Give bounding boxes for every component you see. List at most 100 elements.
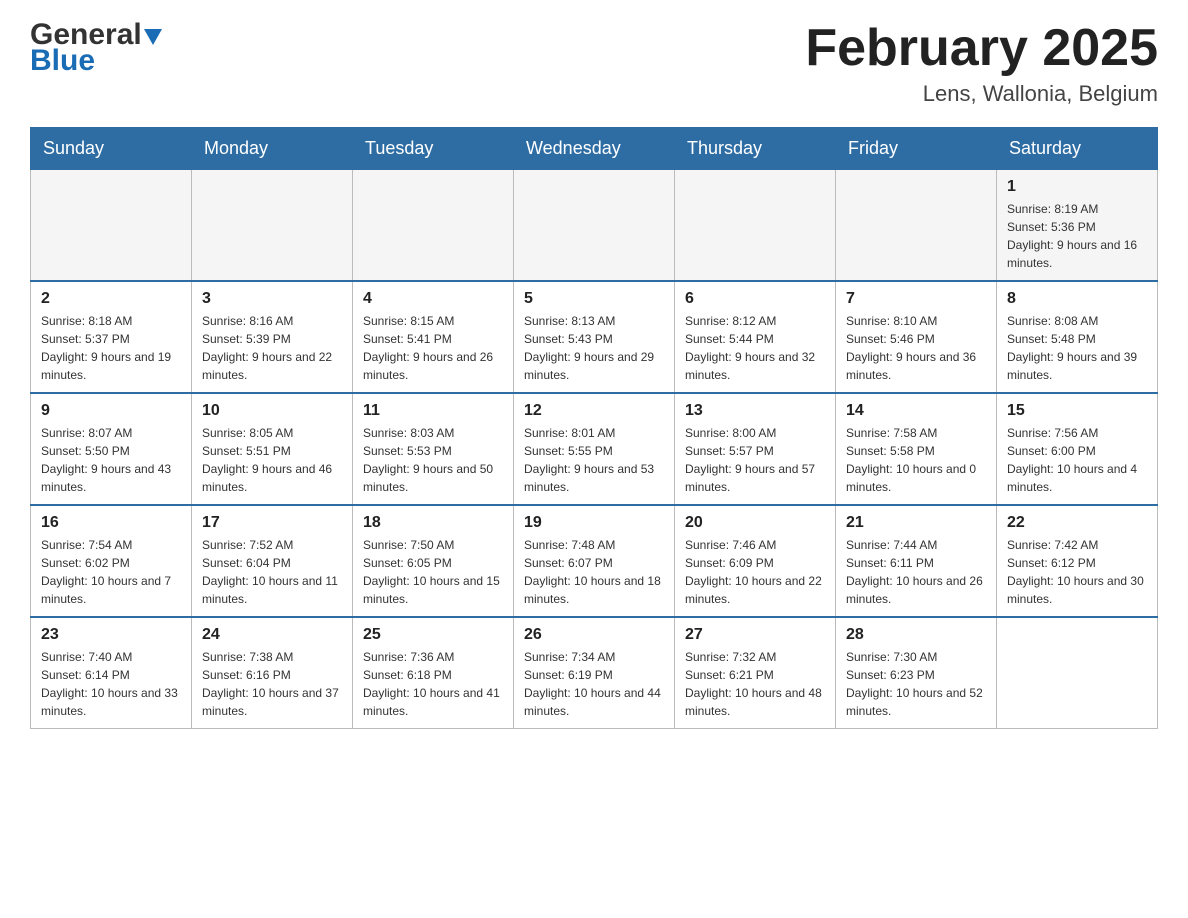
calendar-cell (836, 170, 997, 282)
calendar-cell: 2 Sunrise: 8:18 AM Sunset: 5:37 PM Daylig… (31, 281, 192, 393)
calendar-cell: 27 Sunrise: 7:32 AM Sunset: 6:21 PM Dayli… (675, 617, 836, 729)
calendar-cell: 23 Sunrise: 7:40 AM Sunset: 6:14 PM Dayli… (31, 617, 192, 729)
day-info: Sunrise: 7:54 AM Sunset: 6:02 PM Dayligh… (41, 536, 181, 608)
day-header-wednesday: Wednesday (514, 128, 675, 170)
title-section: February 2025 Lens, Wallonia, Belgium (805, 20, 1158, 107)
day-number: 12 (524, 402, 664, 420)
day-number: 19 (524, 514, 664, 532)
calendar-cell: 21 Sunrise: 7:44 AM Sunset: 6:11 PM Dayli… (836, 505, 997, 617)
calendar-cell: 18 Sunrise: 7:50 AM Sunset: 6:05 PM Dayli… (353, 505, 514, 617)
calendar-cell: 12Sunrise: 8:01 AM Sunset: 5:55 PM Dayli… (514, 393, 675, 505)
logo: General Blue (30, 20, 164, 76)
day-info: Sunrise: 7:56 AM Sunset: 6:00 PM Dayligh… (1007, 424, 1147, 496)
calendar-cell (353, 170, 514, 282)
calendar-cell: 6Sunrise: 8:12 AM Sunset: 5:44 PM Daylig… (675, 281, 836, 393)
calendar-cell: 15Sunrise: 7:56 AM Sunset: 6:00 PM Dayli… (997, 393, 1158, 505)
calendar-cell: 16 Sunrise: 7:54 AM Sunset: 6:02 PM Dayli… (31, 505, 192, 617)
day-info: Sunrise: 7:42 AM Sunset: 6:12 PM Dayligh… (1007, 536, 1147, 608)
day-number: 27 (685, 626, 825, 644)
calendar-week-row: 2 Sunrise: 8:18 AM Sunset: 5:37 PM Daylig… (31, 281, 1158, 393)
day-header-tuesday: Tuesday (353, 128, 514, 170)
day-info: Sunrise: 8:16 AM Sunset: 5:39 PM Dayligh… (202, 312, 342, 384)
calendar-cell: 25 Sunrise: 7:36 AM Sunset: 6:18 PM Dayli… (353, 617, 514, 729)
day-number: 4 (363, 290, 503, 308)
day-info: Sunrise: 8:08 AM Sunset: 5:48 PM Dayligh… (1007, 312, 1147, 384)
calendar-header-row: SundayMondayTuesdayWednesdayThursdayFrid… (31, 128, 1158, 170)
day-number: 28 (846, 626, 986, 644)
calendar-cell: 17 Sunrise: 7:52 AM Sunset: 6:04 PM Dayli… (192, 505, 353, 617)
day-number: 16 (41, 514, 181, 532)
day-info: Sunrise: 7:58 AM Sunset: 5:58 PM Dayligh… (846, 424, 986, 496)
day-number: 10 (202, 402, 342, 420)
day-header-saturday: Saturday (997, 128, 1158, 170)
day-info: Sunrise: 7:50 AM Sunset: 6:05 PM Dayligh… (363, 536, 503, 608)
calendar-week-row: 16 Sunrise: 7:54 AM Sunset: 6:02 PM Dayli… (31, 505, 1158, 617)
day-info: Sunrise: 8:00 AM Sunset: 5:57 PM Dayligh… (685, 424, 825, 496)
calendar-cell (31, 170, 192, 282)
day-info: Sunrise: 7:46 AM Sunset: 6:09 PM Dayligh… (685, 536, 825, 608)
day-info: Sunrise: 8:05 AM Sunset: 5:51 PM Dayligh… (202, 424, 342, 496)
calendar-cell (192, 170, 353, 282)
day-number: 17 (202, 514, 342, 532)
day-number: 11 (363, 402, 503, 420)
day-info: Sunrise: 7:32 AM Sunset: 6:21 PM Dayligh… (685, 648, 825, 720)
calendar-cell: 13Sunrise: 8:00 AM Sunset: 5:57 PM Dayli… (675, 393, 836, 505)
calendar-cell: 14 Sunrise: 7:58 AM Sunset: 5:58 PM Dayli… (836, 393, 997, 505)
day-number: 8 (1007, 290, 1147, 308)
day-number: 21 (846, 514, 986, 532)
calendar-cell: 11 Sunrise: 8:03 AM Sunset: 5:53 PM Dayli… (353, 393, 514, 505)
calendar-cell: 19 Sunrise: 7:48 AM Sunset: 6:07 PM Dayli… (514, 505, 675, 617)
calendar-cell: 22 Sunrise: 7:42 AM Sunset: 6:12 PM Dayli… (997, 505, 1158, 617)
day-number: 20 (685, 514, 825, 532)
day-header-friday: Friday (836, 128, 997, 170)
calendar-cell: 24 Sunrise: 7:38 AM Sunset: 6:16 PM Dayli… (192, 617, 353, 729)
calendar-cell: 7 Sunrise: 8:10 AM Sunset: 5:46 PM Daylig… (836, 281, 997, 393)
day-number: 7 (846, 290, 986, 308)
calendar-cell: 20 Sunrise: 7:46 AM Sunset: 6:09 PM Dayli… (675, 505, 836, 617)
day-info: Sunrise: 7:30 AM Sunset: 6:23 PM Dayligh… (846, 648, 986, 720)
day-number: 5 (524, 290, 664, 308)
calendar-week-row: 9 Sunrise: 8:07 AM Sunset: 5:50 PM Daylig… (31, 393, 1158, 505)
day-number: 25 (363, 626, 503, 644)
day-number: 23 (41, 626, 181, 644)
day-info: Sunrise: 7:44 AM Sunset: 6:11 PM Dayligh… (846, 536, 986, 608)
day-number: 22 (1007, 514, 1147, 532)
calendar-week-row: 1 Sunrise: 8:19 AM Sunset: 5:36 PM Daylig… (31, 170, 1158, 282)
calendar-cell (997, 617, 1158, 729)
calendar-cell (675, 170, 836, 282)
calendar-table: SundayMondayTuesdayWednesdayThursdayFrid… (30, 127, 1158, 729)
day-info: Sunrise: 8:18 AM Sunset: 5:37 PM Dayligh… (41, 312, 181, 384)
day-number: 6 (685, 290, 825, 308)
day-number: 2 (41, 290, 181, 308)
day-info: Sunrise: 7:52 AM Sunset: 6:04 PM Dayligh… (202, 536, 342, 608)
day-info: Sunrise: 8:19 AM Sunset: 5:36 PM Dayligh… (1007, 200, 1147, 272)
calendar-cell: 8 Sunrise: 8:08 AM Sunset: 5:48 PM Daylig… (997, 281, 1158, 393)
day-info: Sunrise: 7:48 AM Sunset: 6:07 PM Dayligh… (524, 536, 664, 608)
calendar-week-row: 23 Sunrise: 7:40 AM Sunset: 6:14 PM Dayli… (31, 617, 1158, 729)
day-info: Sunrise: 7:38 AM Sunset: 6:16 PM Dayligh… (202, 648, 342, 720)
day-number: 18 (363, 514, 503, 532)
day-info: Sunrise: 8:10 AM Sunset: 5:46 PM Dayligh… (846, 312, 986, 384)
day-header-thursday: Thursday (675, 128, 836, 170)
day-number: 1 (1007, 178, 1147, 196)
day-number: 3 (202, 290, 342, 308)
calendar-cell: 10 Sunrise: 8:05 AM Sunset: 5:51 PM Dayli… (192, 393, 353, 505)
day-number: 14 (846, 402, 986, 420)
day-info: Sunrise: 7:40 AM Sunset: 6:14 PM Dayligh… (41, 648, 181, 720)
day-info: Sunrise: 8:03 AM Sunset: 5:53 PM Dayligh… (363, 424, 503, 496)
day-info: Sunrise: 8:15 AM Sunset: 5:41 PM Dayligh… (363, 312, 503, 384)
calendar-cell: 3 Sunrise: 8:16 AM Sunset: 5:39 PM Daylig… (192, 281, 353, 393)
calendar-cell (514, 170, 675, 282)
calendar-cell: 28 Sunrise: 7:30 AM Sunset: 6:23 PM Dayli… (836, 617, 997, 729)
day-number: 24 (202, 626, 342, 644)
page-header: General Blue February 2025 Lens, Walloni… (30, 20, 1158, 107)
day-number: 9 (41, 402, 181, 420)
day-number: 26 (524, 626, 664, 644)
location: Lens, Wallonia, Belgium (805, 81, 1158, 107)
day-info: Sunrise: 8:07 AM Sunset: 5:50 PM Dayligh… (41, 424, 181, 496)
calendar-cell: 9 Sunrise: 8:07 AM Sunset: 5:50 PM Daylig… (31, 393, 192, 505)
day-info: Sunrise: 7:34 AM Sunset: 6:19 PM Dayligh… (524, 648, 664, 720)
day-header-sunday: Sunday (31, 128, 192, 170)
day-info: Sunrise: 7:36 AM Sunset: 6:18 PM Dayligh… (363, 648, 503, 720)
day-header-monday: Monday (192, 128, 353, 170)
